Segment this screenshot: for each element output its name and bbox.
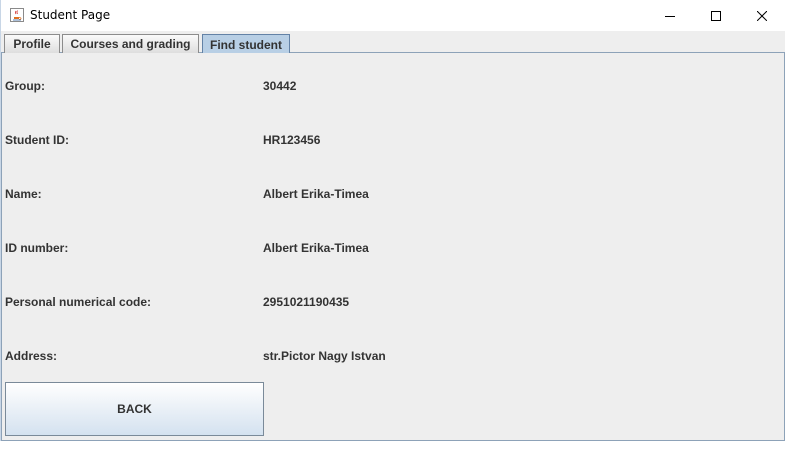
window-title: Student Page (30, 8, 111, 22)
find-student-panel: Group: 30442 Student ID: HR123456 Name: … (1, 53, 785, 441)
minimize-icon (665, 15, 675, 17)
group-value: 30442 (263, 79, 297, 93)
tab-label: Profile (13, 37, 51, 51)
address-label: Address: (5, 349, 58, 363)
back-button[interactable]: BACK (5, 382, 264, 436)
student-id-label: Student ID: (5, 133, 69, 147)
close-button[interactable] (739, 0, 785, 31)
tab-label: Find student (210, 37, 282, 52)
address-value: str.Pictor Nagy Istvan (263, 349, 386, 363)
personal-numerical-code-label: Personal numerical code: (5, 295, 152, 309)
tab-strip: Profile Courses and grading Find student (1, 31, 785, 54)
group-label: Group: (5, 79, 45, 93)
id-number-value: Albert Erika-Timea (263, 241, 369, 255)
tab-courses-and-grading[interactable]: Courses and grading (62, 34, 199, 53)
title-bar[interactable]: Student Page (1, 0, 785, 31)
student-page-window: Student Page Profile Courses and grading (0, 0, 785, 441)
personal-numerical-code-value: 2951021190435 (263, 295, 350, 309)
maximize-button[interactable] (693, 0, 739, 31)
student-id-value: HR123456 (263, 133, 321, 147)
name-value: Albert Erika-Timea (263, 187, 369, 201)
tab-profile[interactable]: Profile (4, 34, 60, 53)
maximize-icon (711, 10, 721, 21)
name-label: Name: (5, 187, 42, 201)
id-number-label: ID number: (5, 241, 69, 255)
tab-find-student[interactable]: Find student (202, 34, 290, 54)
minimize-button[interactable] (647, 0, 693, 31)
close-icon (757, 10, 767, 21)
java-cup-icon (10, 8, 24, 22)
tab-label: Courses and grading (70, 37, 191, 51)
